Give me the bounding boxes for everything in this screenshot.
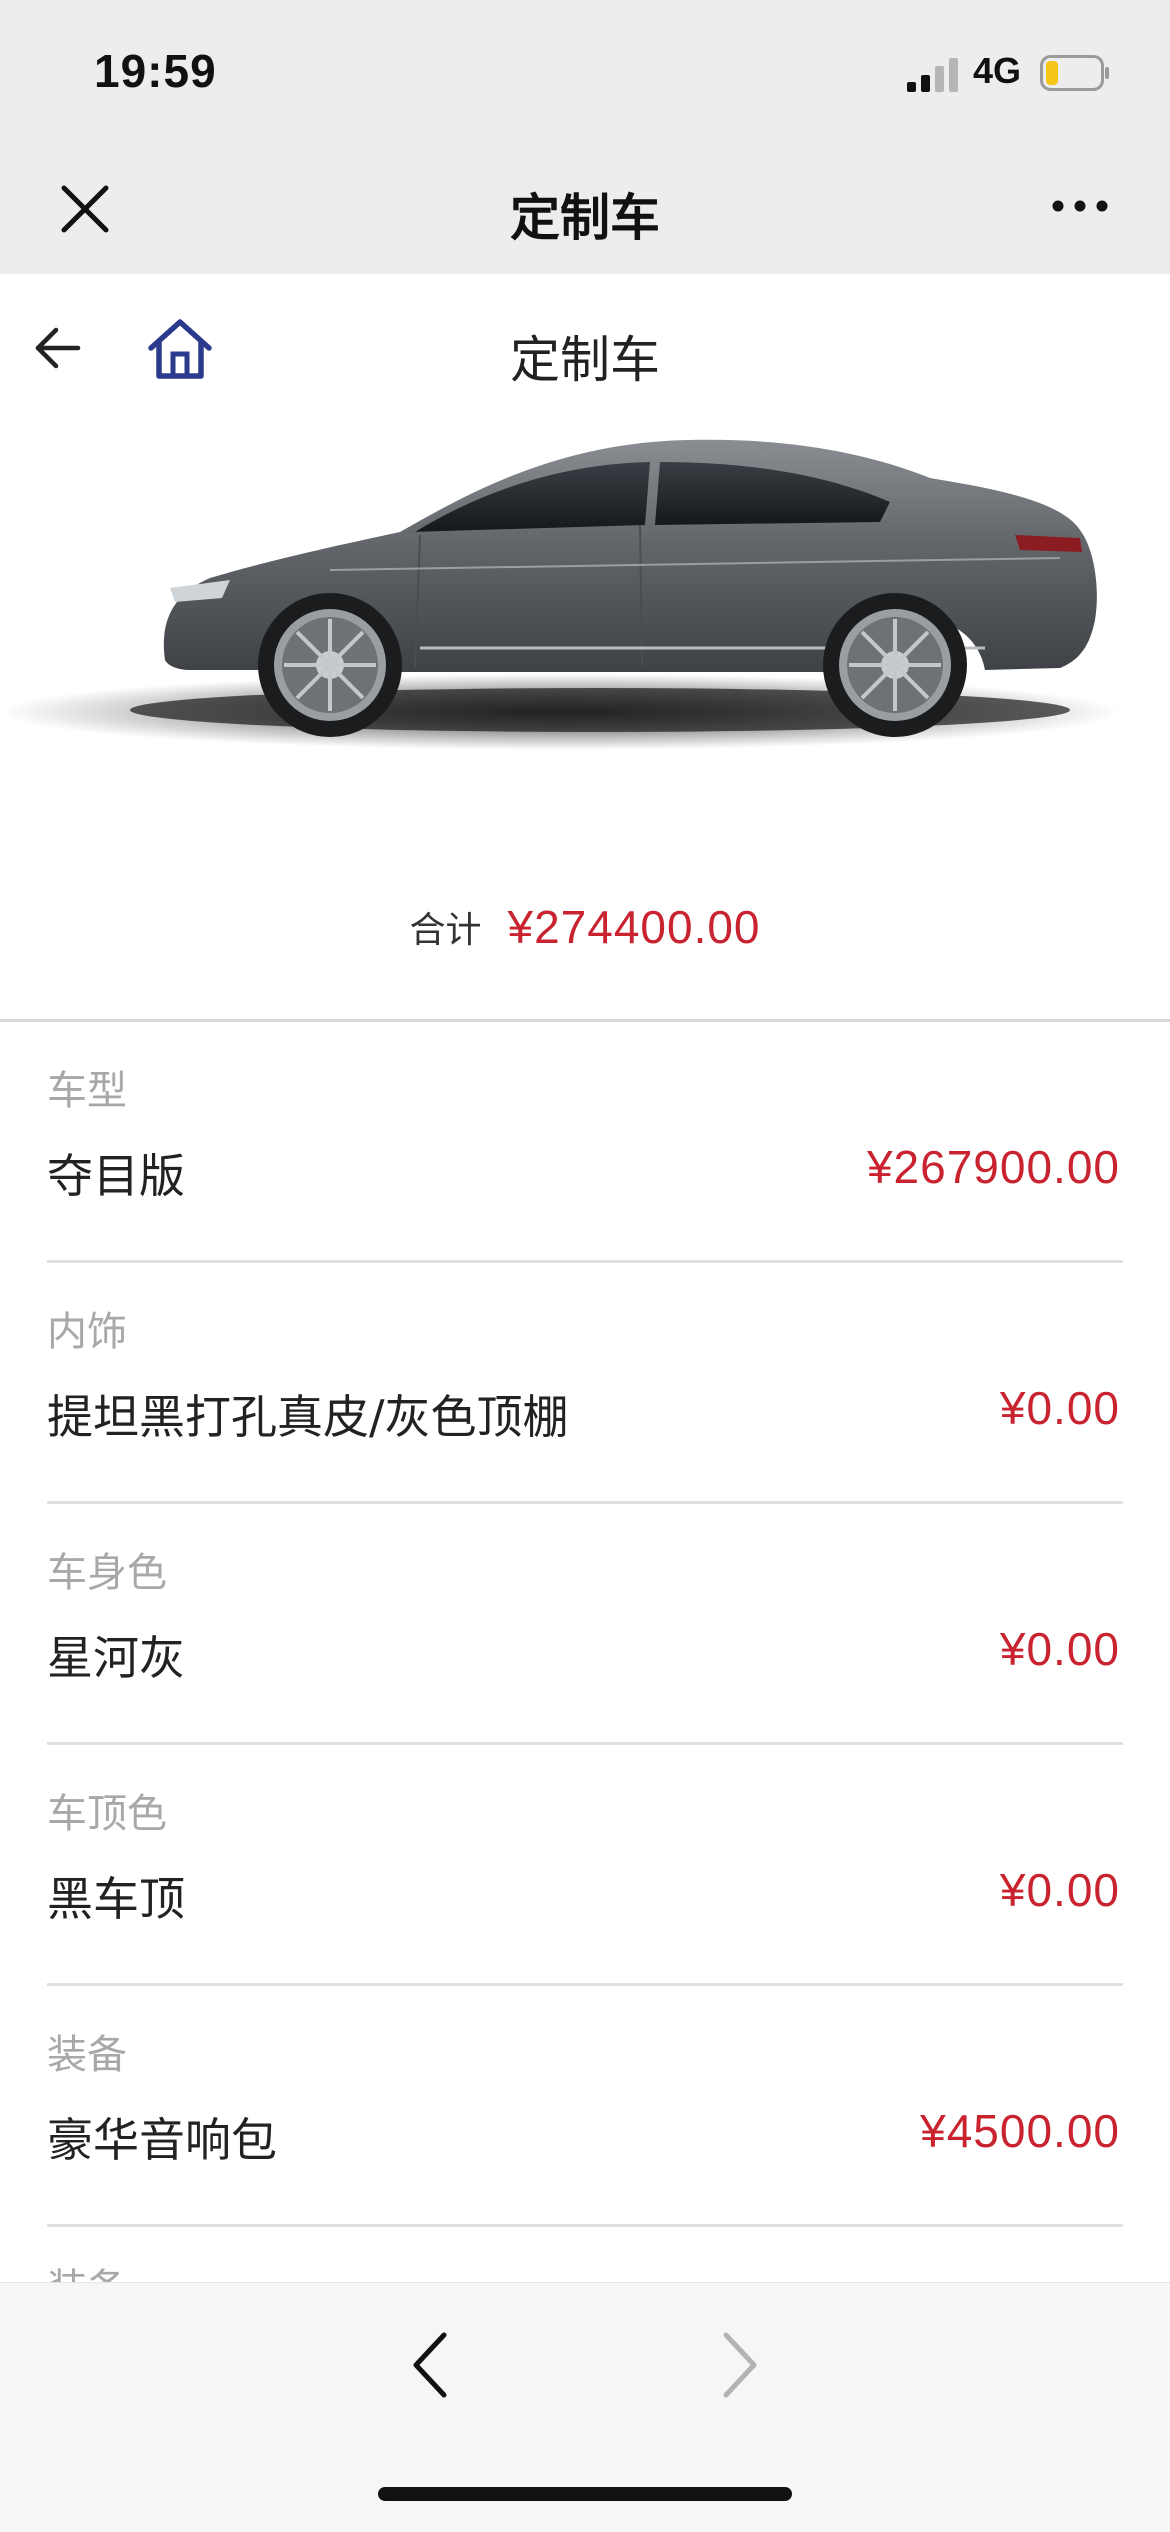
page-title: 定制车 — [510, 331, 660, 389]
config-category: 车顶色 — [47, 1791, 167, 1837]
config-price: ¥0.00 — [999, 1382, 1120, 1434]
config-category: 内饰 — [47, 1309, 127, 1355]
total-row: 合计 ¥274400.00 — [0, 900, 1170, 954]
total-value: ¥274400.00 — [507, 901, 761, 953]
config-price: ¥267900.00 — [866, 1141, 1120, 1193]
status-bar: 19:59 4G — [0, 0, 1170, 136]
config-item-interior: 内饰 提坦黑打孔真皮/灰色顶棚 ¥0.00 — [0, 1263, 1170, 1504]
config-name: 提坦黑打孔真皮/灰色顶棚 — [47, 1390, 569, 1444]
config-category: 车身色 — [47, 1550, 167, 1596]
webview-nav-bar: 定制车 — [0, 136, 1170, 274]
config-name: 黑车顶 — [47, 1872, 185, 1926]
home-indicator[interactable] — [378, 2487, 792, 2501]
config-item-body-color: 车身色 星河灰 ¥0.00 — [0, 1504, 1170, 1745]
total-label: 合计 — [409, 910, 482, 951]
nav-title: 定制车 — [510, 189, 660, 247]
battery-low-icon — [1040, 55, 1109, 91]
chevron-right-icon[interactable] — [706, 2325, 770, 2405]
chevron-left-icon[interactable] — [400, 2325, 464, 2405]
config-item-equipment: 装备 豪华音响包 ¥4500.00 — [0, 1986, 1170, 2227]
config-name: 夺目版 — [47, 1149, 185, 1203]
status-time: 19:59 — [94, 45, 217, 97]
car-image — [0, 439, 1120, 750]
more-icon[interactable] — [1040, 186, 1120, 226]
config-category: 装备 — [47, 2032, 127, 2078]
config-item-roof-color: 车顶色 黑车顶 ¥0.00 — [0, 1745, 1170, 1986]
config-item-model: 车型 夺目版 ¥267900.00 — [0, 1022, 1170, 1263]
network-type: 4G — [973, 50, 1022, 91]
page-header: 定制车 — [0, 274, 1170, 424]
config-price: ¥0.00 — [999, 1623, 1120, 1675]
config-price: ¥0.00 — [999, 1864, 1120, 1916]
config-price: ¥4500.00 — [920, 2105, 1120, 2157]
config-category: 车型 — [47, 1068, 127, 1114]
divider — [47, 2224, 1123, 2227]
config-name: 星河灰 — [47, 1631, 185, 1685]
config-list: 车型 夺目版 ¥267900.00 内饰 提坦黑打孔真皮/灰色顶棚 ¥0.00 … — [0, 1022, 1170, 2227]
config-name: 豪华音响包 — [47, 2113, 277, 2167]
signal-icon — [907, 58, 958, 92]
